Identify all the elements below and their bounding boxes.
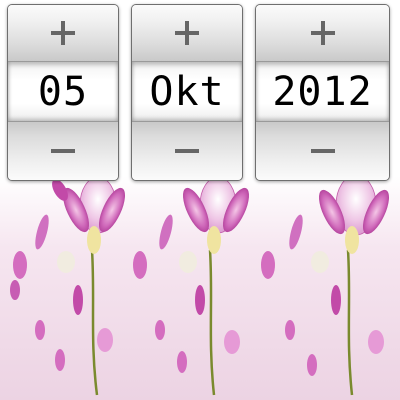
orchid-flower — [261, 174, 390, 396]
plus-icon — [310, 21, 335, 45]
month-value[interactable]: Okt — [132, 62, 242, 122]
minus-icon — [310, 149, 335, 153]
day-increment-button[interactable] — [8, 5, 118, 62]
minus-icon — [175, 149, 199, 153]
orchid-flower — [133, 176, 250, 396]
day-picker: 05 — [7, 4, 119, 181]
plus-icon — [51, 21, 75, 45]
plus-icon — [175, 21, 199, 45]
year-increment-button[interactable] — [256, 5, 389, 62]
month-picker: Okt — [131, 4, 243, 181]
day-decrement-button[interactable] — [8, 121, 118, 180]
day-value[interactable]: 05 — [8, 62, 118, 122]
minus-icon — [51, 149, 75, 153]
year-decrement-button[interactable] — [256, 121, 389, 180]
month-decrement-button[interactable] — [132, 121, 242, 180]
year-value[interactable]: 2012 — [256, 62, 389, 122]
month-increment-button[interactable] — [132, 5, 242, 62]
year-picker: 2012 — [255, 4, 390, 181]
orchid-flower — [10, 176, 126, 396]
